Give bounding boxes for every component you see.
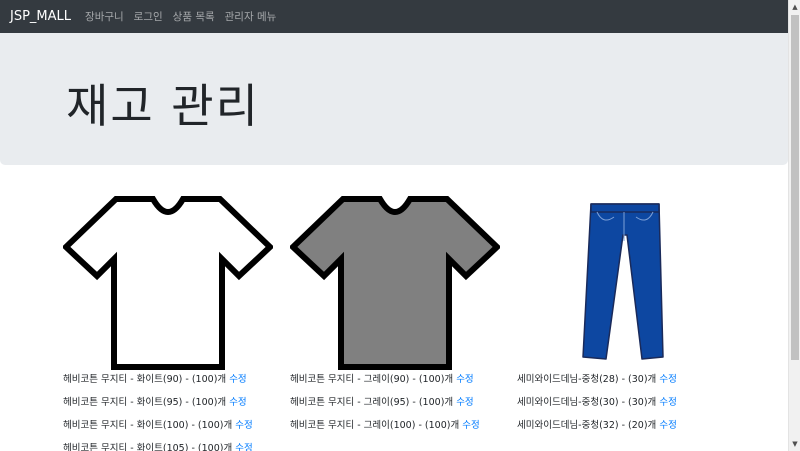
scroll-down-arrow-icon[interactable]: ▼ (789, 437, 800, 451)
edit-link[interactable]: 수정 (456, 374, 473, 385)
nav-admin-menu-link[interactable]: 관리자 메뉴 (225, 9, 277, 24)
edit-link[interactable]: 수정 (659, 374, 676, 385)
nav-login-link[interactable]: 로그인 (134, 9, 163, 24)
navbar: JSP_MALL 장바구니 로그인 상품 목록 관리자 메뉴 (0, 0, 788, 33)
product-card-gray-tshirt: 헤비코튼 무지티 - 그레이(90) - (100)개 수정 헤비코튼 무지티 … (290, 195, 515, 442)
gray-tshirt-image (290, 196, 500, 370)
stock-line: 헤비코튼 무지티 - 화이트(95) - (100)개 수정 (63, 397, 247, 408)
jumbotron: 재고 관리 (0, 33, 788, 165)
stock-line: 헤비코튼 무지티 - 화이트(90) - (100)개 수정 (63, 374, 247, 385)
product-card-blue-jeans: 세미와이드데님-중청(28) - (30)개 수정 세미와이드데님-중청(30)… (517, 195, 742, 442)
stock-line: 세미와이드데님-중청(30) - (30)개 수정 (517, 397, 677, 408)
edit-link[interactable]: 수정 (235, 420, 252, 431)
stock-line: 헤비코튼 무지티 - 그레이(90) - (100)개 수정 (290, 374, 474, 385)
nav-product-list-link[interactable]: 상품 목록 (173, 9, 215, 24)
edit-link[interactable]: 수정 (229, 374, 246, 385)
stock-line: 세미와이드데님-중청(32) - (20)개 수정 (517, 420, 677, 431)
stock-line: 헤비코튼 무지티 - 그레이(95) - (100)개 수정 (290, 397, 474, 408)
stock-line: 세미와이드데님-중청(28) - (30)개 수정 (517, 374, 677, 385)
edit-link[interactable]: 수정 (659, 397, 676, 408)
nav-cart-link[interactable]: 장바구니 (85, 9, 124, 24)
white-tshirt-image (63, 196, 273, 370)
blue-jeans-image (582, 203, 664, 360)
edit-link[interactable]: 수정 (659, 420, 676, 431)
edit-link[interactable]: 수정 (229, 397, 246, 408)
vertical-scrollbar[interactable]: ▲ ▼ (788, 0, 800, 451)
edit-link[interactable]: 수정 (462, 420, 479, 431)
scroll-up-arrow-icon[interactable]: ▲ (789, 0, 800, 14)
stock-line: 헤비코튼 무지티 - 화이트(100) - (100)개 수정 (63, 420, 253, 431)
stock-line: 헤비코튼 무지티 - 그레이(100) - (100)개 수정 (290, 420, 480, 431)
scrollbar-thumb[interactable] (791, 15, 799, 360)
edit-link[interactable]: 수정 (235, 443, 252, 451)
product-card-white-tshirt: 헤비코튼 무지티 - 화이트(90) - (100)개 수정 헤비코튼 무지티 … (63, 195, 288, 451)
page-title: 재고 관리 (66, 79, 260, 133)
brand-link[interactable]: JSP_MALL (10, 9, 71, 24)
stock-line: 헤비코튼 무지티 - 화이트(105) - (100)개 수정 (63, 442, 288, 451)
edit-link[interactable]: 수정 (456, 397, 473, 408)
